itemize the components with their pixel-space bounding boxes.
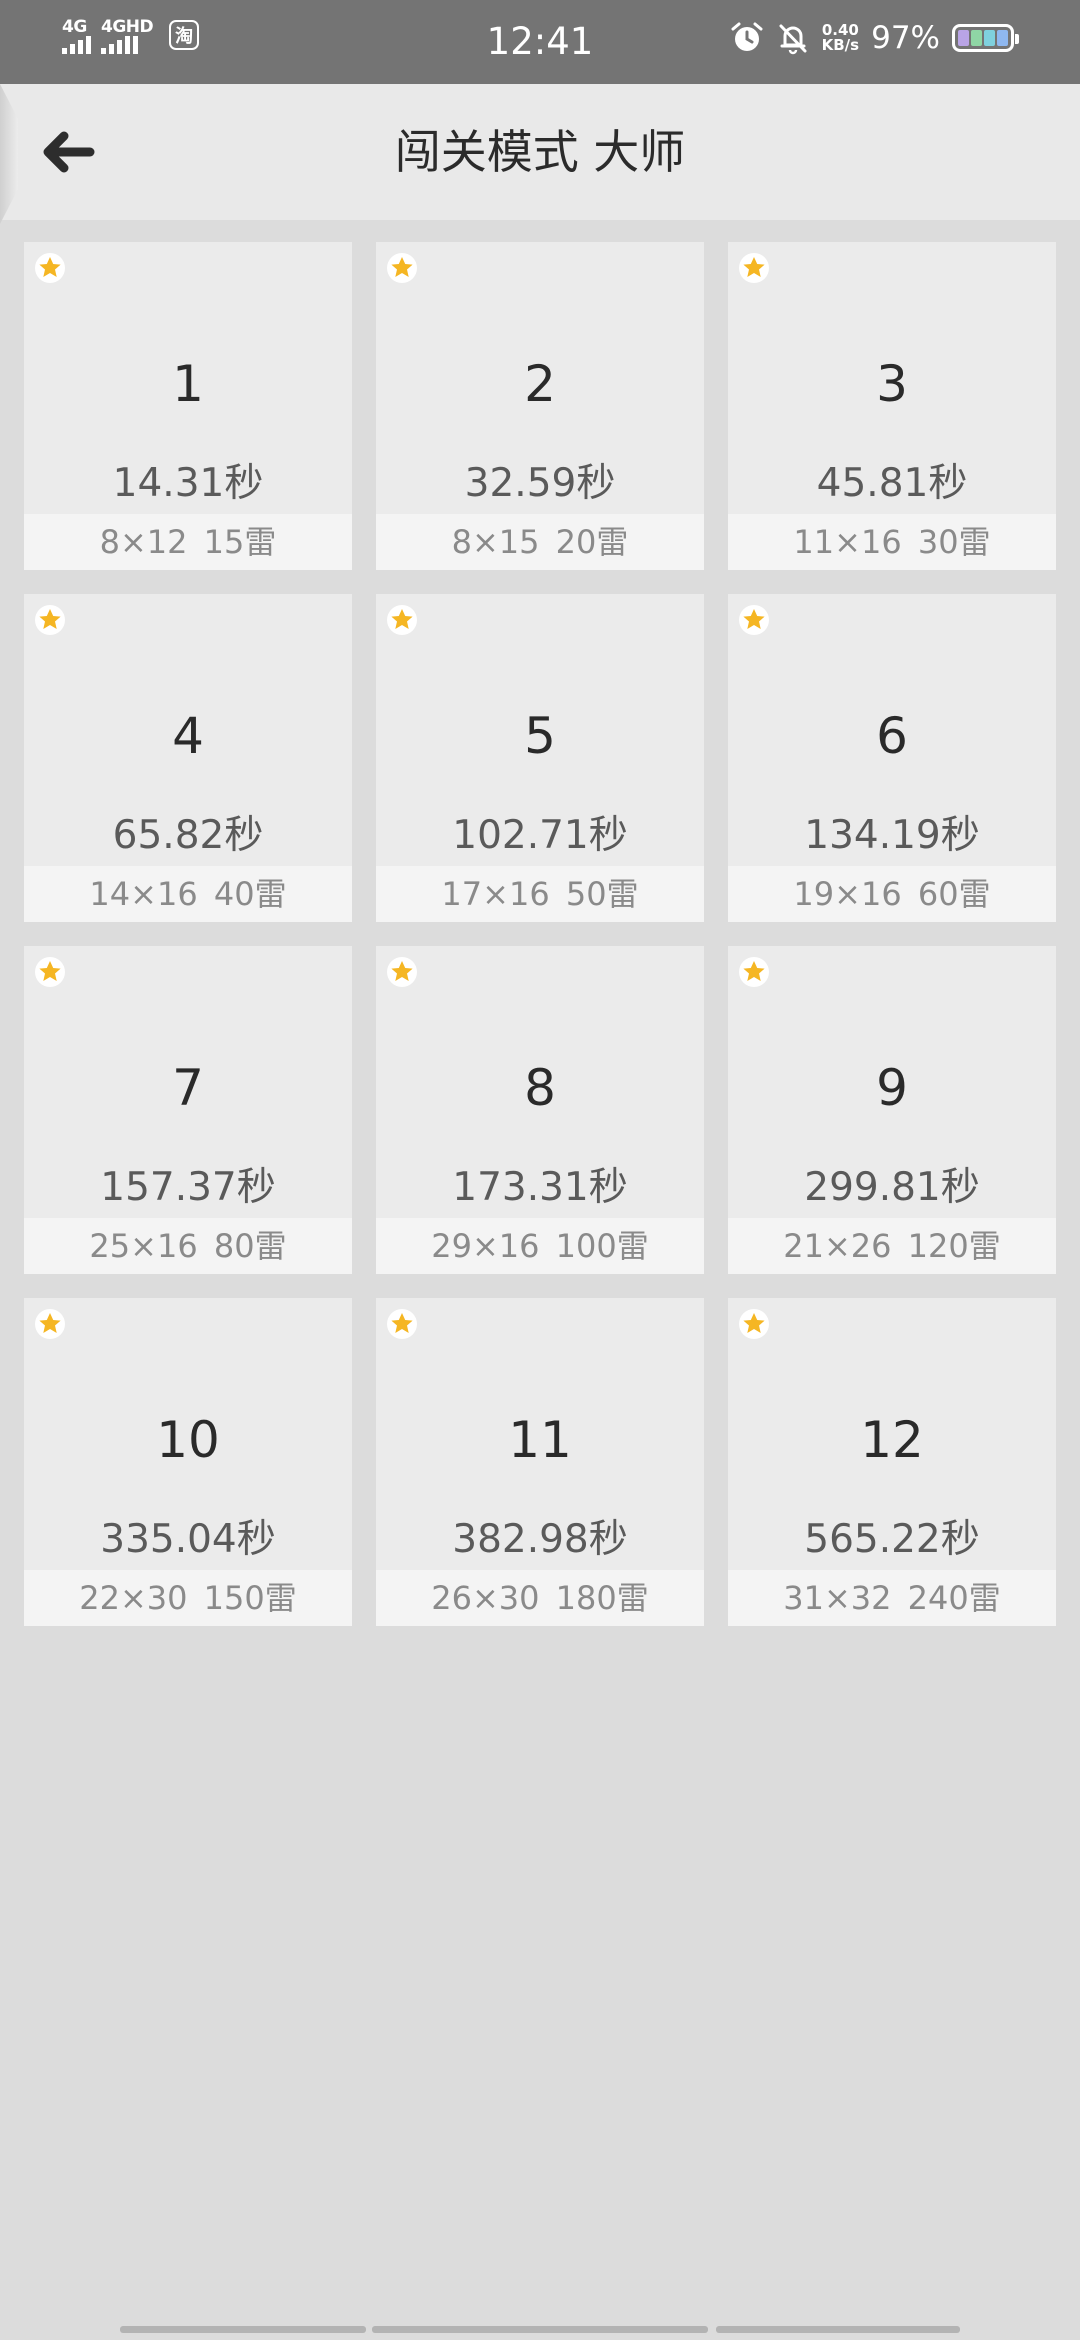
level-number: 4 xyxy=(172,707,204,765)
board-info: 26×30 180雷 xyxy=(376,1570,704,1626)
level-card-7[interactable]: 7 157.37秒 25×16 80雷 xyxy=(24,946,352,1274)
level-number: 2 xyxy=(524,355,556,413)
level-card-12[interactable]: 12 565.22秒 31×32 240雷 xyxy=(728,1298,1056,1626)
level-number: 7 xyxy=(172,1059,204,1117)
star-icon xyxy=(387,253,417,283)
best-time: 299.81秒 xyxy=(804,1165,980,1210)
board-info: 11×16 30雷 xyxy=(728,514,1056,570)
star-icon xyxy=(387,605,417,635)
level-card-8[interactable]: 8 173.31秒 29×16 100雷 xyxy=(376,946,704,1274)
star-icon xyxy=(739,957,769,987)
status-bar-right: 0.40 KB/s 97% xyxy=(730,20,1019,56)
star-icon xyxy=(739,253,769,283)
bell-off-icon xyxy=(779,24,807,55)
star-icon xyxy=(387,1309,417,1339)
gesture-bar xyxy=(0,2326,1080,2334)
board-info: 21×26 120雷 xyxy=(728,1218,1056,1274)
best-time: 134.19秒 xyxy=(804,813,980,858)
star-icon xyxy=(739,605,769,635)
net-speed: 0.40 KB/s xyxy=(822,23,859,53)
level-card-2[interactable]: 2 32.59秒 8×15 20雷 xyxy=(376,242,704,570)
level-number: 12 xyxy=(860,1411,924,1469)
level-card-1[interactable]: 1 14.31秒 8×12 15雷 xyxy=(24,242,352,570)
best-time: 335.04秒 xyxy=(100,1517,276,1562)
board-info: 17×16 50雷 xyxy=(376,866,704,922)
best-time: 382.98秒 xyxy=(452,1517,628,1562)
level-number: 8 xyxy=(524,1059,556,1117)
star-icon xyxy=(35,957,65,987)
level-card-10[interactable]: 10 335.04秒 22×30 150雷 xyxy=(24,1298,352,1626)
level-number: 5 xyxy=(524,707,556,765)
level-number: 9 xyxy=(876,1059,908,1117)
level-number: 1 xyxy=(172,355,204,413)
best-time: 14.31秒 xyxy=(112,461,264,506)
best-time: 65.82秒 xyxy=(112,813,264,858)
board-info: 8×15 20雷 xyxy=(376,514,704,570)
level-grid: 1 14.31秒 8×12 15雷 2 32.59秒 8×15 20雷 3 45… xyxy=(24,242,1056,1626)
alarm-icon xyxy=(731,22,763,51)
board-info: 19×16 60雷 xyxy=(728,866,1056,922)
best-time: 32.59秒 xyxy=(464,461,616,506)
star-icon xyxy=(739,1309,769,1339)
board-info: 22×30 150雷 xyxy=(24,1570,352,1626)
best-time: 102.71秒 xyxy=(452,813,628,858)
board-info: 29×16 100雷 xyxy=(376,1218,704,1274)
star-icon xyxy=(387,957,417,987)
board-info: 14×16 40雷 xyxy=(24,866,352,922)
status-bar: 4G 4GHD 淘 12:41 0.40 KB/s 97% xyxy=(0,0,1080,84)
best-time: 565.22秒 xyxy=(804,1517,980,1562)
level-card-5[interactable]: 5 102.71秒 17×16 50雷 xyxy=(376,594,704,922)
level-number: 10 xyxy=(156,1411,220,1469)
level-card-3[interactable]: 3 45.81秒 11×16 30雷 xyxy=(728,242,1056,570)
level-card-4[interactable]: 4 65.82秒 14×16 40雷 xyxy=(24,594,352,922)
battery-percent: 97% xyxy=(871,20,940,56)
level-number: 3 xyxy=(876,355,908,413)
best-time: 173.31秒 xyxy=(452,1165,628,1210)
best-time: 157.37秒 xyxy=(100,1165,276,1210)
level-card-6[interactable]: 6 134.19秒 19×16 60雷 xyxy=(728,594,1056,922)
board-info: 31×32 240雷 xyxy=(728,1570,1056,1626)
app-header: 闯关模式 大师 xyxy=(0,84,1080,220)
level-card-11[interactable]: 11 382.98秒 26×30 180雷 xyxy=(376,1298,704,1626)
level-number: 6 xyxy=(876,707,908,765)
net-speed-unit: KB/s xyxy=(821,36,860,54)
best-time: 45.81秒 xyxy=(816,461,968,506)
board-info: 25×16 80雷 xyxy=(24,1218,352,1274)
level-number: 11 xyxy=(508,1411,572,1469)
battery-icon xyxy=(952,24,1019,52)
star-icon xyxy=(35,605,65,635)
page-title: 闯关模式 大师 xyxy=(394,125,686,179)
board-info: 8×12 15雷 xyxy=(24,514,352,570)
star-icon xyxy=(35,1309,65,1339)
star-icon xyxy=(35,253,65,283)
level-card-9[interactable]: 9 299.81秒 21×26 120雷 xyxy=(728,946,1056,1274)
